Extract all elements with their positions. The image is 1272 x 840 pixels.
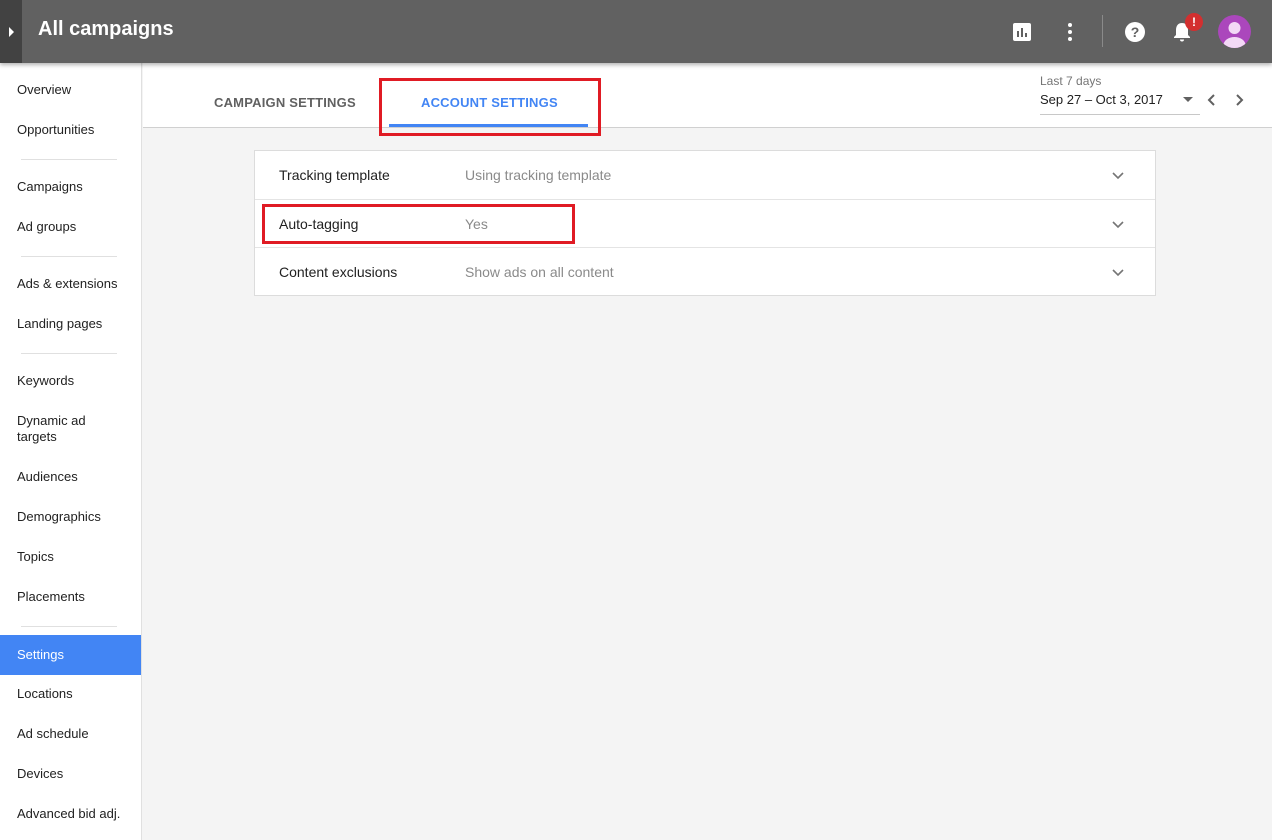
user-avatar-icon [1223,22,1246,48]
sidebar-item-label: Landing pages [17,316,103,331]
date-range-selector[interactable]: Sep 27 – Oct 3, 2017 [1040,92,1163,107]
sidebar-item-ad-schedule[interactable]: Ad schedule [0,714,141,754]
sidebar-item-label: Settings [17,647,64,662]
setting-value: Show ads on all content [465,264,614,280]
sidebar-item-keywords[interactable]: Keywords [0,361,141,401]
sidebar-item-opportunities[interactable]: Opportunities [0,110,141,150]
sidebar-item-label: Demographics [17,509,101,524]
sidebar-item-ad-groups[interactable]: Ad groups [0,207,141,247]
sidebar-item-overview[interactable]: Overview [0,70,141,110]
settings-tabs-bar: CAMPAIGN SETTINGS ACCOUNT SETTINGS Last … [143,63,1272,128]
sidebar-item-topics[interactable]: Topics [0,537,141,577]
sidebar-item-ads-extensions[interactable]: Ads & extensions [0,264,141,304]
more-vert-icon [1068,23,1072,41]
tab-campaign-settings[interactable]: CAMPAIGN SETTINGS [214,95,356,110]
sidebar-item-campaigns[interactable]: Campaigns [0,167,141,207]
setting-row-tracking-template[interactable]: Tracking template Using tracking templat… [255,151,1155,199]
setting-row-content-exclusions[interactable]: Content exclusions Show ads on all conte… [255,247,1155,295]
sidebar-item-label: Placements [17,589,85,604]
chevron-down-icon[interactable] [1111,217,1125,231]
sidebar-divider [21,256,117,257]
sidebar-item-label: Opportunities [17,122,95,137]
sidebar-item-placements[interactable]: Placements [0,577,141,617]
sidebar-item-label: Ads & extensions [17,276,118,291]
date-range-underline [1040,114,1200,115]
setting-value: Using tracking template [465,167,612,183]
sidebar-item-settings[interactable]: Settings [0,635,141,675]
reports-button[interactable] [1006,16,1038,48]
sidebar-item-devices[interactable]: Devices [0,754,141,794]
sidebar-item-label: Devices [17,766,64,781]
sidebar-item-advanced-bid-adj[interactable]: Advanced bid adj. [0,794,141,834]
avatar[interactable] [1218,15,1251,48]
sidebar-item-label: Dynamic ad targets [17,413,86,444]
sidebar-item-label: Ad schedule [17,726,89,741]
svg-text:?: ? [1131,24,1140,40]
highlight-box-account-settings [379,78,601,136]
sidebar-item-label: Campaigns [17,179,83,194]
help-button[interactable]: ? [1119,16,1151,48]
sidebar-item-landing-pages[interactable]: Landing pages [0,304,141,344]
date-range-label: Last 7 days [1040,74,1102,88]
expand-icon [8,26,14,37]
sidebar-item-locations[interactable]: Locations [0,674,141,714]
sidebar-nav: Overview Opportunities Campaigns Ad grou… [0,63,142,840]
reports-icon [1013,23,1031,41]
sidebar-item-demographics[interactable]: Demographics [0,497,141,537]
next-period-icon[interactable] [1231,92,1247,108]
help-icon: ? [1125,22,1145,42]
expand-sidebar-button[interactable] [0,0,22,63]
sidebar-item-audiences[interactable]: Audiences [0,457,141,497]
notification-badge: ! [1185,13,1203,31]
dropdown-arrow-icon[interactable] [1183,97,1193,102]
sidebar-divider [21,353,117,354]
setting-label: Content exclusions [279,264,398,280]
chevron-down-icon[interactable] [1111,168,1125,182]
more-options-button[interactable] [1054,16,1086,48]
top-app-bar: All campaigns ? ! [0,0,1272,63]
page-title: All campaigns [38,18,174,40]
previous-period-icon[interactable] [1204,92,1220,108]
sidebar-item-label: Keywords [17,373,75,388]
setting-label: Tracking template [279,167,390,183]
toolbar-divider [1102,15,1103,47]
sidebar-item-label: Locations [17,686,73,701]
sidebar-divider [21,626,117,627]
sidebar-item-dynamic-ad-targets[interactable]: Dynamic ad targets [0,409,120,449]
sidebar-item-label: Topics [17,549,54,564]
sidebar-divider [21,159,117,160]
sidebar-item-label: Overview [17,82,72,97]
sidebar-item-label: Audiences [17,469,78,484]
sidebar-item-label: Advanced bid adj. [17,806,121,821]
highlight-box-auto-tagging [262,204,575,244]
chevron-down-icon[interactable] [1111,265,1125,279]
sidebar-item-label: Ad groups [17,219,77,234]
